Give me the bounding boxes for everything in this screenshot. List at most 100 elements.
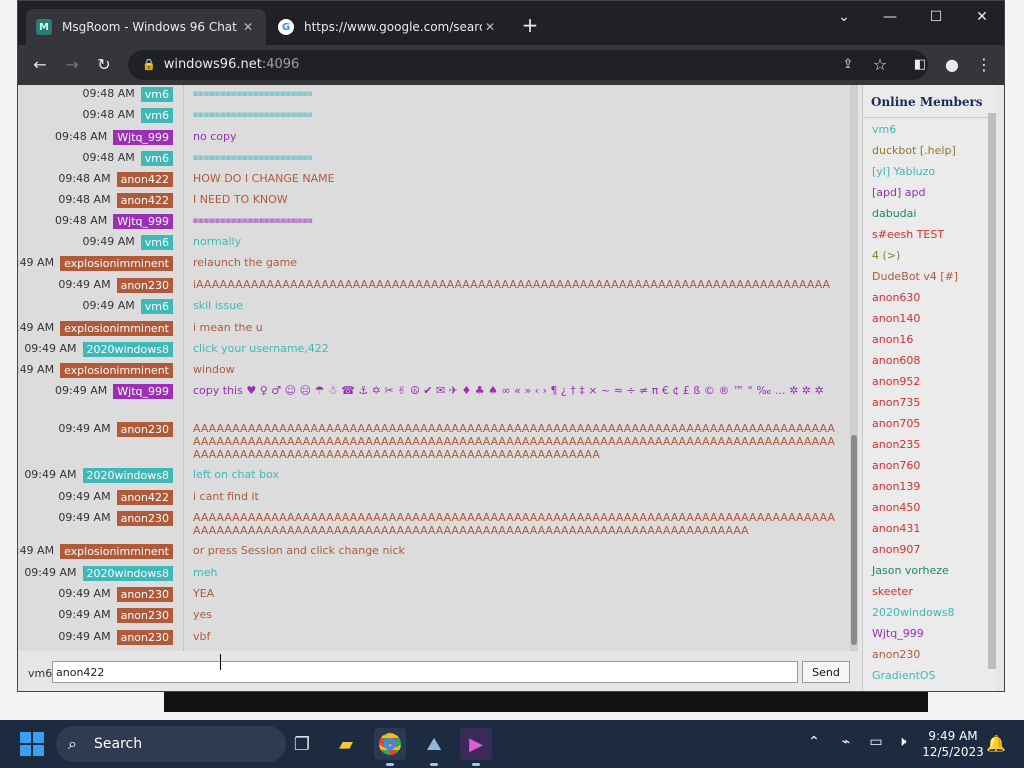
- volume-muted-icon[interactable]: 🕨: [892, 734, 912, 754]
- chat-log[interactable]: vm6 09:48 AM̶̴ııııııııııııııııııııııııııı…: [18, 85, 858, 651]
- maximize-button[interactable]: ☐: [916, 5, 956, 29]
- member-item[interactable]: anon431: [872, 522, 920, 535]
- member-item[interactable]: anon235: [872, 438, 920, 451]
- message-nick[interactable]: anon230: [116, 608, 173, 623]
- message-nick[interactable]: vm6: [140, 151, 173, 166]
- member-item[interactable]: anon230: [872, 648, 920, 661]
- task-view-icon[interactable]: ❐: [286, 728, 318, 760]
- share-icon[interactable]: ⇪: [836, 53, 860, 77]
- member-item[interactable]: [yl] Yabluzo: [872, 165, 935, 178]
- chat-scroll-thumb[interactable]: [851, 435, 857, 645]
- member-item[interactable]: anon760: [872, 459, 920, 472]
- side-panel-icon[interactable]: ◧: [908, 53, 932, 77]
- address-bar[interactable]: 🔒 windows96.net:4096: [128, 50, 928, 80]
- message-nick[interactable]: anon422: [116, 193, 173, 208]
- window-close-button[interactable]: ✕: [962, 5, 1002, 29]
- chat-message: explosionimminent 09:49 AM relaunch the ga…: [18, 256, 858, 271]
- chat-message: vm6 09:49 AM normally: [18, 235, 858, 250]
- member-item[interactable]: duckbot [.help]: [872, 144, 956, 157]
- video-app-icon[interactable]: ▶: [460, 728, 492, 766]
- message-nick[interactable]: 2020windows8: [82, 566, 173, 581]
- message-text: ̶̴ıııııııııııııııııııııııııııııııııııııı…: [193, 214, 838, 227]
- reload-icon[interactable]: ↻: [92, 53, 116, 77]
- member-item[interactable]: s#eesh TEST: [872, 228, 944, 241]
- member-item[interactable]: vm6: [872, 123, 896, 136]
- taskbar-search[interactable]: ⌕ Search: [56, 726, 286, 762]
- message-text: AAAAAAAAAAAAAAAAAAAAAAAAAAAAAAAAAAAAAAAA…: [193, 422, 835, 461]
- message-nick[interactable]: anon230: [116, 630, 173, 645]
- message-nick[interactable]: anon422: [116, 172, 173, 187]
- message-time: 09:49 AM: [58, 422, 111, 435]
- clock[interactable]: 9:49 AM 12/5/2023: [918, 728, 988, 760]
- message-text: ̶̴ıııııııııııııııııııııııııııııııııııııı…: [193, 108, 838, 121]
- message-nick[interactable]: explosionimminent: [60, 544, 173, 559]
- message-nick[interactable]: vm6: [140, 108, 173, 123]
- send-button[interactable]: Send: [802, 661, 850, 683]
- member-item[interactable]: anon16: [872, 333, 913, 346]
- message-nick[interactable]: anon230: [116, 278, 173, 293]
- chat-message: 2020windows8 09:49 AM left on chat box: [18, 468, 858, 483]
- members-scrollbar[interactable]: [988, 113, 996, 669]
- message-nick[interactable]: vm6: [140, 299, 173, 314]
- chevron-up-icon[interactable]: ⌃: [804, 734, 824, 754]
- tab-google[interactable]: G https://www.google.com/search ✕: [268, 9, 508, 45]
- message-nick[interactable]: vm6: [140, 87, 173, 102]
- member-item[interactable]: GradientOS: [872, 669, 936, 682]
- message-nick[interactable]: anon230: [116, 422, 173, 437]
- member-item[interactable]: skeeter: [872, 585, 913, 598]
- minimize-button[interactable]: —: [870, 5, 910, 29]
- message-nick[interactable]: explosionimminent: [60, 363, 173, 378]
- message-time: 09:49 AM: [24, 566, 77, 579]
- network-icon[interactable]: ⌁: [836, 734, 856, 754]
- file-explorer-icon[interactable]: ▰: [330, 728, 362, 760]
- tab-search-icon[interactable]: ⌄: [824, 5, 864, 29]
- close-icon[interactable]: ✕: [240, 20, 256, 34]
- message-nick[interactable]: Wjtq_999: [113, 130, 173, 145]
- member-item[interactable]: anon630: [872, 291, 920, 304]
- member-item[interactable]: anon952: [872, 375, 920, 388]
- bookmark-star-icon[interactable]: ☆: [868, 53, 892, 77]
- new-tab-button[interactable]: +: [518, 13, 542, 37]
- message-nick[interactable]: anon422: [116, 490, 173, 505]
- member-item[interactable]: Jason vorheze: [872, 564, 949, 577]
- member-item[interactable]: anon139: [872, 480, 920, 493]
- message-text: no copy: [193, 130, 237, 143]
- message-nick[interactable]: explosionimminent: [60, 256, 173, 271]
- member-item[interactable]: anon450: [872, 501, 920, 514]
- message-nick[interactable]: 2020windows8: [82, 468, 173, 483]
- display-icon[interactable]: ▭: [866, 734, 886, 754]
- chart-app-icon[interactable]: ⛰: [418, 728, 450, 766]
- start-button[interactable]: [20, 732, 44, 756]
- member-item[interactable]: anon735: [872, 396, 920, 409]
- member-item[interactable]: 2020windows8: [872, 606, 954, 619]
- profile-icon[interactable]: ●: [940, 53, 964, 77]
- member-item[interactable]: 4 (>): [872, 249, 900, 262]
- message-nick[interactable]: 2020windows8: [82, 342, 173, 357]
- message-nick[interactable]: Wjtq_999: [113, 214, 173, 229]
- self-nick[interactable]: vm6: [28, 667, 52, 680]
- message-text: click your username,422: [193, 342, 329, 355]
- message-nick[interactable]: anon230: [116, 511, 173, 526]
- member-item[interactable]: [apd] apd: [872, 186, 926, 199]
- close-icon[interactable]: ✕: [482, 20, 498, 34]
- notification-bell-icon[interactable]: 🔔: [986, 734, 1006, 753]
- member-item[interactable]: Wjtq_999: [872, 627, 924, 640]
- member-item[interactable]: anon140: [872, 312, 920, 325]
- message-nick[interactable]: explosionimminent: [60, 321, 173, 336]
- tab-msgroom[interactable]: M MsgRoom - Windows 96 Chat ✕: [26, 9, 266, 45]
- chrome-icon[interactable]: [374, 728, 406, 766]
- member-item[interactable]: anon608: [872, 354, 920, 367]
- forward-icon[interactable]: →: [60, 53, 84, 77]
- chat-scrollbar[interactable]: [850, 85, 858, 651]
- member-item[interactable]: anon705: [872, 417, 920, 430]
- message-nick[interactable]: Wjtq_999: [113, 384, 173, 399]
- member-item[interactable]: anon907: [872, 543, 920, 556]
- back-icon[interactable]: ←: [28, 53, 52, 77]
- member-item[interactable]: DudeBot v4 [#]: [872, 270, 958, 283]
- message-input[interactable]: [52, 661, 798, 683]
- member-item[interactable]: dabudai: [872, 207, 916, 220]
- message-nick[interactable]: anon230: [116, 587, 173, 602]
- chat-message: Wjtq_999 09:48 AM̶̴ıııııııııııııııııııııı…: [18, 214, 858, 229]
- message-nick[interactable]: vm6: [140, 235, 173, 250]
- menu-icon[interactable]: ⋮: [972, 53, 996, 77]
